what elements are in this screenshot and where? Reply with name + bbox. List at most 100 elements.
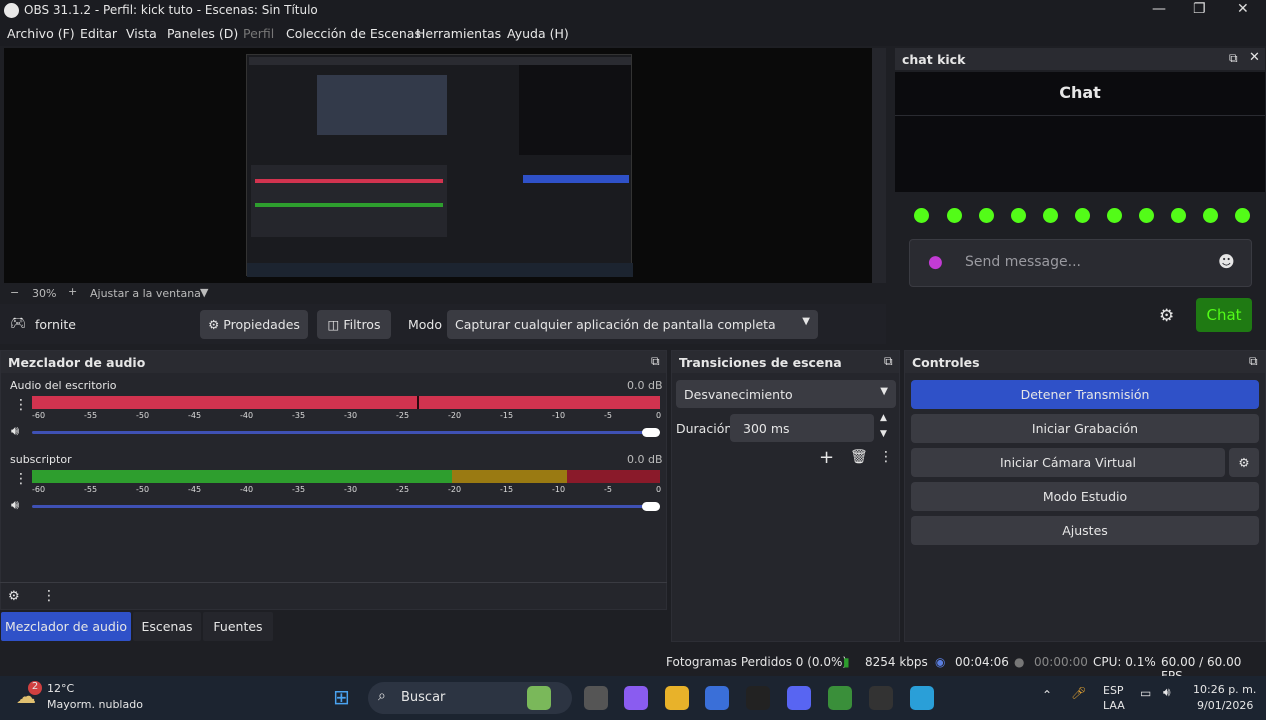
chevron-up-icon[interactable]: ▲ <box>880 413 887 423</box>
tiktok-icon[interactable] <box>746 686 770 710</box>
language-code[interactable]: ESP <box>1103 684 1124 697</box>
tab-scenes[interactable]: Escenas <box>133 612 201 641</box>
trash-icon[interactable]: 🗑︎ <box>850 449 868 465</box>
widget-icon[interactable] <box>527 686 551 710</box>
more-icon[interactable]: ⋮ <box>879 449 893 465</box>
app-icon[interactable] <box>910 686 934 710</box>
chat-input[interactable]: ● Send message... ☻ <box>909 239 1252 287</box>
chat-dock-title: chat kick <box>902 52 966 67</box>
keyboard-layout[interactable]: LAA <box>1103 699 1125 712</box>
start-virtual-cam-button[interactable]: Iniciar Cámara Virtual <box>911 448 1225 477</box>
preview-scrollbar[interactable] <box>872 48 886 283</box>
tab-audio-mixer[interactable]: Mezclador de audio <box>1 612 131 641</box>
track-db: 0.0 dB <box>627 453 663 466</box>
minimize-button[interactable]: — <box>1152 1 1166 17</box>
emote-icon[interactable] <box>1171 208 1186 223</box>
emote-icon[interactable] <box>1203 208 1218 223</box>
properties-button[interactable]: ⚙ Propiedades <box>200 310 308 339</box>
close-button[interactable]: ✕ <box>1237 1 1249 17</box>
emote-icon[interactable] <box>1235 208 1250 223</box>
advanced-audio-icon[interactable]: ⚙ <box>8 589 20 604</box>
discord-icon[interactable] <box>787 686 811 710</box>
menu-coleccion[interactable]: Colección de Escenas <box>286 26 421 41</box>
emote-icon[interactable] <box>914 208 929 223</box>
emote-icon[interactable] <box>1011 208 1026 223</box>
title-bar: OBS 31.1.2 - Perfil: kick tuto - Escenas… <box>0 0 1266 22</box>
volume-slider[interactable] <box>32 505 652 508</box>
stream-icon: ◉ <box>935 655 946 669</box>
emote-icon[interactable] <box>1139 208 1154 223</box>
menu-ayuda[interactable]: Ayuda (H) <box>507 26 569 41</box>
add-icon[interactable]: + <box>819 447 834 468</box>
volume-slider-handle[interactable] <box>642 428 660 437</box>
record-time: 00:00:00 <box>1034 655 1088 669</box>
mixer-menu-icon[interactable]: ⋮ <box>42 588 56 604</box>
preview-canvas[interactable] <box>4 48 872 283</box>
microphone-icon[interactable]: 🎤︎ <box>1071 686 1086 700</box>
volume-meter <box>32 470 452 483</box>
chevron-down-icon[interactable]: ▼ <box>880 429 887 439</box>
chat-send-button[interactable]: Chat <box>1196 298 1252 332</box>
menu-vista[interactable]: Vista <box>126 26 157 41</box>
start-recording-button[interactable]: Iniciar Grabación <box>911 414 1259 443</box>
source-toolbar: 🎮︎ fornite ⚙ Propiedades ◫ Filtros Modo … <box>0 304 886 344</box>
mode-select[interactable]: Capturar cualquier aplicación de pantall… <box>447 310 818 339</box>
meter-tick-label: -40 <box>240 485 254 494</box>
zoom-out-button[interactable]: − <box>10 286 19 299</box>
chevron-up-icon[interactable]: ⌃ <box>1042 688 1052 702</box>
tab-sources[interactable]: Fuentes <box>203 612 273 641</box>
fit-window-option[interactable]: Ajustar a la ventana <box>90 287 201 300</box>
clock-date[interactable]: 9/01/2026 <box>1197 699 1253 712</box>
menu-archivo[interactable]: Archivo (F) <box>7 26 75 41</box>
float-icon[interactable]: ⧉ <box>884 354 893 369</box>
emote-icon[interactable] <box>979 208 994 223</box>
emote-icon[interactable] <box>1075 208 1090 223</box>
windows-start-icon[interactable]: ⊞ <box>333 685 350 709</box>
dock-close-icon[interactable]: ✕ <box>1249 50 1260 65</box>
transition-select[interactable]: Desvanecimiento ▼ <box>676 380 896 408</box>
duration-input[interactable]: 300 ms <box>730 414 874 442</box>
virtual-cam-settings-icon[interactable]: ⚙ <box>1229 448 1259 477</box>
chat-settings-icon[interactable]: ⚙ <box>1159 306 1174 326</box>
chrome-icon[interactable] <box>828 686 852 710</box>
menu-perfil[interactable]: Perfil <box>243 26 274 41</box>
chevron-down-icon[interactable]: ▼ <box>200 286 208 299</box>
studio-mode-button[interactable]: Modo Estudio <box>911 482 1259 511</box>
meter-tick-label: 0 <box>656 411 662 420</box>
track-menu-icon[interactable]: ⋮ <box>14 397 28 413</box>
float-icon[interactable]: ⧉ <box>1249 354 1258 369</box>
network-icon[interactable]: ▭ <box>1140 686 1151 700</box>
audio-mixer-title: Mezclador de audio <box>1 351 666 373</box>
dropped-frames: Fotogramas Perdidos 0 (0.0%) <box>666 655 848 669</box>
emoji-icon[interactable]: ☻ <box>1218 252 1235 271</box>
emote-icon[interactable] <box>1107 208 1122 223</box>
task-view-icon[interactable] <box>584 686 608 710</box>
volume-icon[interactable]: 🔊︎ <box>1163 685 1171 700</box>
microphone-icon[interactable]: ● <box>928 252 943 272</box>
track-menu-icon[interactable]: ⋮ <box>14 471 28 487</box>
obs-icon[interactable] <box>869 686 893 710</box>
stop-stream-button[interactable]: Detener Transmisión <box>911 380 1259 409</box>
volume-slider-handle[interactable] <box>642 502 660 511</box>
store-icon[interactable] <box>705 686 729 710</box>
maximize-button[interactable]: ❐ <box>1193 1 1206 17</box>
volume-slider[interactable] <box>32 431 652 434</box>
menu-editar[interactable]: Editar <box>80 26 117 41</box>
speaker-icon[interactable]: 🔊︎ <box>11 498 19 513</box>
copilot-icon[interactable] <box>624 686 648 710</box>
zoom-in-button[interactable]: + <box>68 285 77 298</box>
float-icon[interactable]: ⧉ <box>651 354 660 369</box>
menu-herramientas[interactable]: Herramientas <box>416 26 501 41</box>
file-explorer-icon[interactable] <box>665 686 689 710</box>
speaker-icon[interactable]: 🔊︎ <box>11 424 19 439</box>
settings-button[interactable]: Ajustes <box>911 516 1259 545</box>
weather-text[interactable]: Mayorm. nublado <box>47 698 143 711</box>
track-name: subscriptor <box>10 453 72 466</box>
menu-paneles[interactable]: Paneles (D) <box>167 26 238 41</box>
emote-icon[interactable] <box>947 208 962 223</box>
emote-icon[interactable] <box>1043 208 1058 223</box>
filters-button[interactable]: ◫ Filtros <box>317 310 391 339</box>
clock-time[interactable]: 10:26 p. m. <box>1193 683 1256 696</box>
status-bar: Fotogramas Perdidos 0 (0.0%) ▮ 8254 kbps… <box>0 648 1266 683</box>
float-icon[interactable]: ⧉ <box>1229 51 1238 66</box>
